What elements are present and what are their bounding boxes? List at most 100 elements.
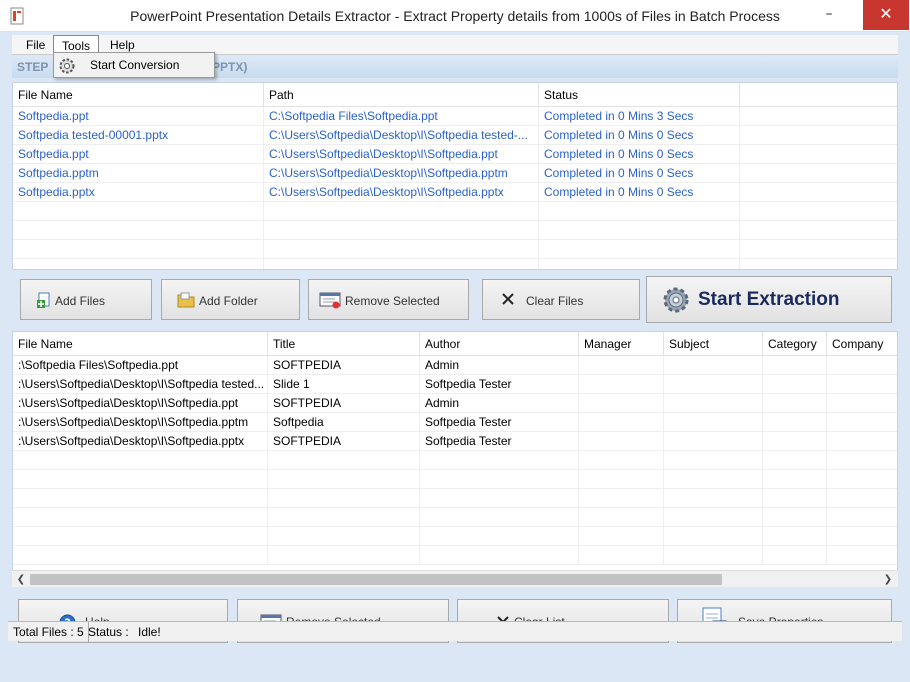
header-subject[interactable]: Subject xyxy=(664,332,763,356)
add-folder-button[interactable]: Add Folder xyxy=(161,279,300,320)
empty-cell xyxy=(763,527,827,546)
empty-cell xyxy=(13,546,268,565)
add-folder-label: Add Folder xyxy=(199,294,258,308)
table-row[interactable] xyxy=(13,221,897,240)
table-row[interactable] xyxy=(13,489,897,508)
gear-icon xyxy=(663,287,689,313)
table-cell: Softpedia.pptx xyxy=(13,183,264,202)
table-row[interactable] xyxy=(13,240,897,259)
empty-cell xyxy=(420,451,579,470)
empty-cell xyxy=(268,508,420,527)
table-cell xyxy=(763,375,827,394)
empty-cell xyxy=(740,126,897,145)
empty-cell xyxy=(268,489,420,508)
empty-cell xyxy=(664,527,763,546)
status-value: Idle! xyxy=(138,625,161,639)
empty-cell xyxy=(420,508,579,527)
table-cell xyxy=(664,432,763,451)
empty-cell xyxy=(763,470,827,489)
table-row[interactable]: Softpedia.pptm C:\Users\Softpedia\Desktop… xyxy=(13,164,897,183)
header-status[interactable]: Status xyxy=(539,83,740,107)
empty-cell xyxy=(740,145,897,164)
table-cell: :\Users\Softpedia\Desktop\I\Softpedia.pp… xyxy=(13,413,268,432)
table-row[interactable] xyxy=(13,451,897,470)
table-row[interactable]: :\Users\Softpedia\Desktop\I\Softpedia.pp… xyxy=(13,394,897,413)
empty-cell xyxy=(827,508,897,527)
empty-cell xyxy=(420,470,579,489)
table-row[interactable] xyxy=(13,508,897,527)
header-file-name[interactable]: File Name xyxy=(13,332,268,356)
header-path[interactable]: Path xyxy=(264,83,539,107)
window-title: PowerPoint Presentation Details Extracto… xyxy=(130,8,780,24)
remove-selected-top-button[interactable]: Remove Selected xyxy=(308,279,469,320)
table-cell: Slide 1 xyxy=(268,375,420,394)
menu-file[interactable]: File xyxy=(18,35,53,55)
scroll-left-arrow-icon[interactable]: ❮ xyxy=(13,572,29,587)
table-cell: :\Softpedia Files\Softpedia.ppt xyxy=(13,356,268,375)
table-row[interactable]: :\Users\Softpedia\Desktop\I\Softpedia.pp… xyxy=(13,413,897,432)
empty-cell xyxy=(579,527,664,546)
scroll-right-arrow-icon[interactable]: ❯ xyxy=(880,572,896,587)
header-company[interactable]: Company xyxy=(827,332,897,356)
minimize-button[interactable]: – xyxy=(814,0,844,30)
gear-icon xyxy=(59,58,75,74)
table-row[interactable] xyxy=(13,470,897,489)
main-window: File Tools Help STEP PPTX) File Name Pat… xyxy=(0,32,910,682)
table-cell: Softpedia Tester xyxy=(420,375,579,394)
empty-cell xyxy=(268,451,420,470)
close-button[interactable]: ✕ xyxy=(863,0,909,30)
step-label: STEP xyxy=(17,60,49,74)
table-cell: :\Users\Softpedia\Desktop\I\Softpedia.pp… xyxy=(13,432,268,451)
table-row[interactable]: Softpedia tested-00001.pptx C:\Users\Soft… xyxy=(13,126,897,145)
empty-cell xyxy=(664,508,763,527)
empty-cell xyxy=(420,546,579,565)
empty-cell xyxy=(13,202,264,221)
clear-files-button[interactable]: Clear Files xyxy=(482,279,640,320)
empty-cell xyxy=(13,508,268,527)
table-cell xyxy=(664,413,763,432)
header-file-name[interactable]: File Name xyxy=(13,83,264,107)
empty-cell xyxy=(13,259,264,269)
table-cell xyxy=(664,356,763,375)
table-cell: Softpedia Tester xyxy=(420,413,579,432)
table-cell xyxy=(763,432,827,451)
header-category[interactable]: Category xyxy=(763,332,827,356)
empty-cell xyxy=(763,546,827,565)
table-cell: C:\Users\Softpedia\Desktop\I\Softpedia.p… xyxy=(264,145,539,164)
scrollbar-thumb[interactable] xyxy=(30,574,722,585)
empty-cell xyxy=(740,183,897,202)
header-manager[interactable]: Manager xyxy=(579,332,664,356)
remove-selected-top-label: Remove Selected xyxy=(345,294,440,308)
header-author[interactable]: Author xyxy=(420,332,579,356)
header-title[interactable]: Title xyxy=(268,332,420,356)
table-row[interactable]: :\Users\Softpedia\Desktop\I\Softpedia te… xyxy=(13,375,897,394)
properties-table-header: File Name Title Author Manager Subject C… xyxy=(13,332,897,356)
table-row[interactable] xyxy=(13,527,897,546)
start-extraction-button[interactable]: Start Extraction xyxy=(646,276,892,323)
empty-cell xyxy=(539,259,740,269)
empty-cell xyxy=(13,451,268,470)
table-row[interactable]: Softpedia.ppt C:\Softpedia Files\Softpedi… xyxy=(13,107,897,126)
table-cell: Completed in 0 Mins 0 Secs xyxy=(539,145,740,164)
empty-cell xyxy=(13,489,268,508)
table-row[interactable]: Softpedia.pptx C:\Users\Softpedia\Desktop… xyxy=(13,183,897,202)
table-row[interactable] xyxy=(13,259,897,269)
tools-dropdown-menu: Start Conversion xyxy=(53,52,215,78)
status-label: Status : xyxy=(88,625,129,639)
table-row[interactable]: Softpedia.ppt C:\Users\Softpedia\Desktop\… xyxy=(13,145,897,164)
table-cell xyxy=(664,394,763,413)
table-cell: SOFTPEDIA xyxy=(268,356,420,375)
empty-cell xyxy=(264,221,539,240)
table-row[interactable] xyxy=(13,202,897,221)
table-row[interactable]: :\Users\Softpedia\Desktop\I\Softpedia.pp… xyxy=(13,432,897,451)
add-files-button[interactable]: Add Files xyxy=(20,279,152,320)
start-conversion-menu-item[interactable]: Start Conversion xyxy=(90,58,179,72)
horizontal-scrollbar[interactable]: ❮ ❯ xyxy=(12,570,898,587)
table-row[interactable] xyxy=(13,546,897,565)
empty-cell xyxy=(268,546,420,565)
empty-cell xyxy=(264,259,539,269)
empty-cell xyxy=(579,451,664,470)
remove-icon xyxy=(319,292,341,309)
empty-cell xyxy=(579,546,664,565)
table-row[interactable]: :\Softpedia Files\Softpedia.ppt SOFTPEDIA… xyxy=(13,356,897,375)
